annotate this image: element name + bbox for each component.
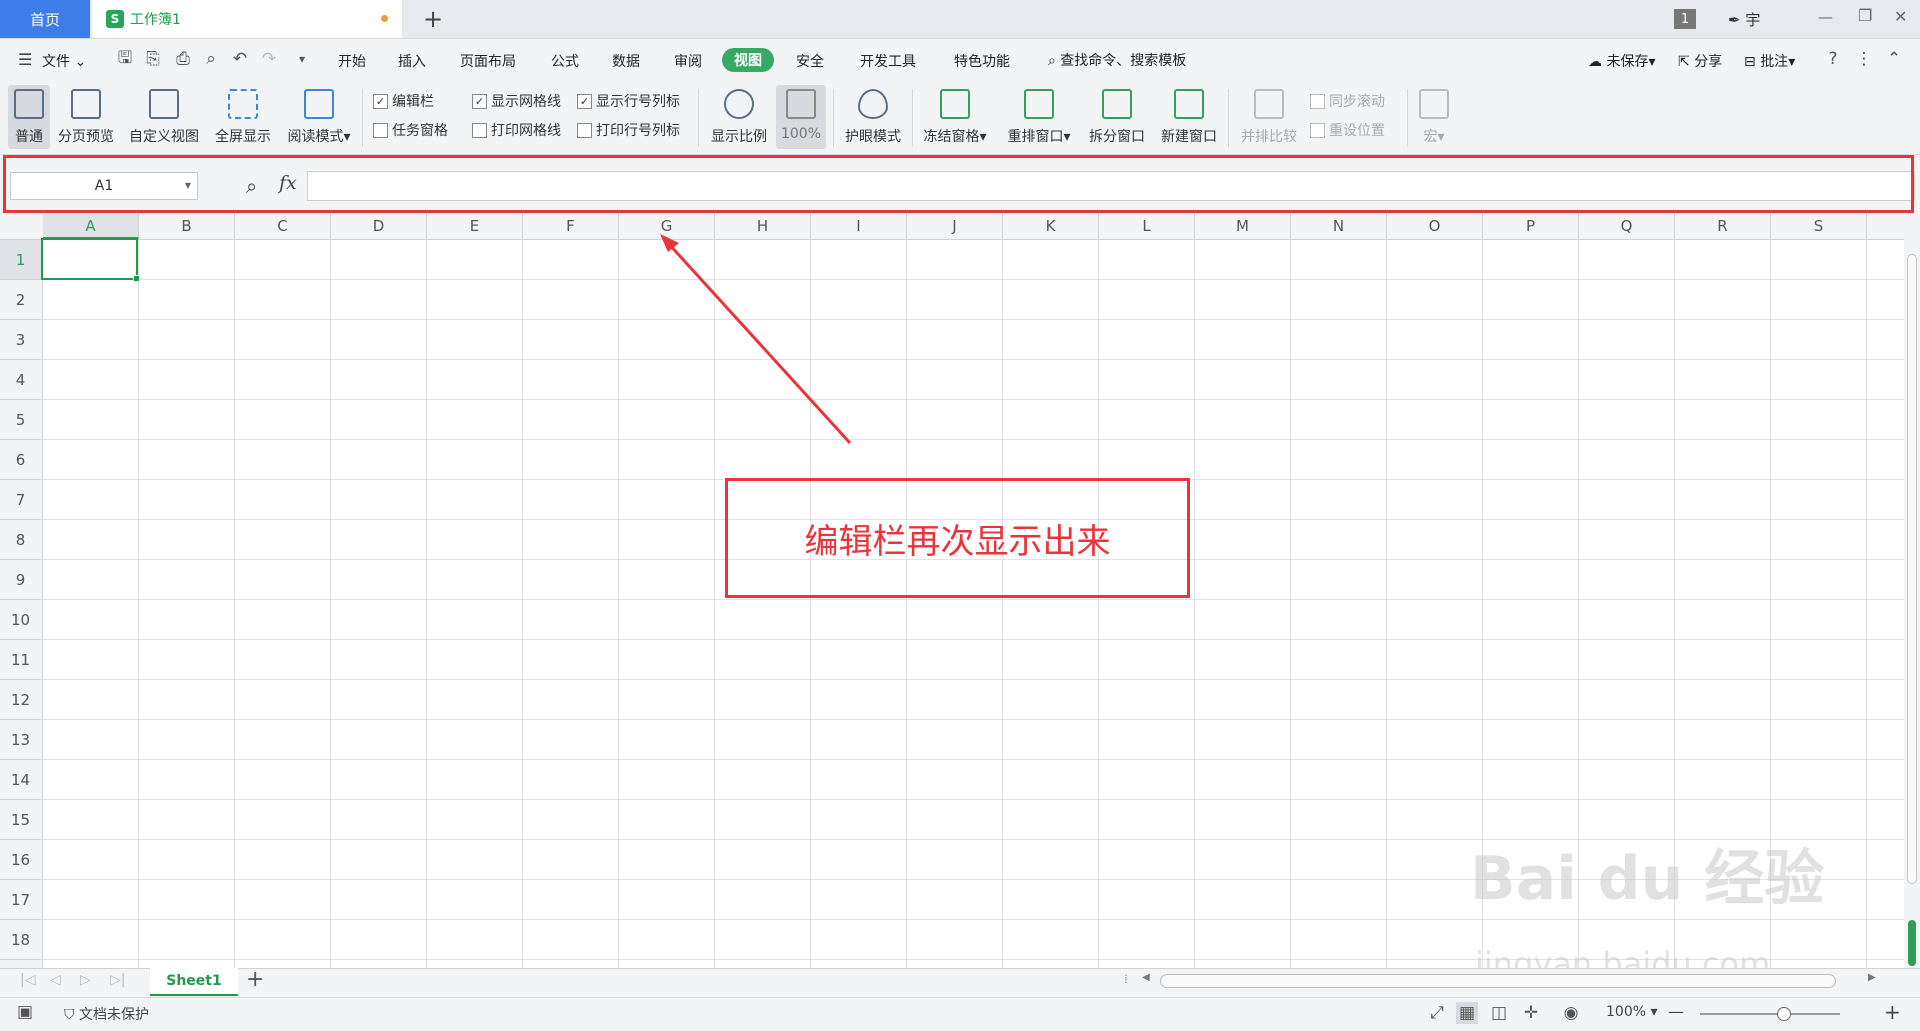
horizontal-scrollbar[interactable] (1160, 974, 1836, 988)
add-sheet-button[interactable]: + (246, 967, 264, 992)
shield-icon: ⛉ (64, 1007, 75, 1023)
normal-view-status-icon[interactable]: ▦ (1456, 1002, 1478, 1024)
scroll-right-icon[interactable]: ▶ (1868, 972, 1876, 983)
annotation-box: 编辑栏再次显示出来 (725, 478, 1190, 598)
protection-status[interactable]: ⛉ 文档未保护 (64, 1004, 149, 1024)
eye-mode-status-icon[interactable]: ◉ (1560, 1002, 1582, 1024)
fullscreen-icon[interactable]: ⤢ (1426, 1002, 1448, 1024)
next-sheet-icon[interactable]: ▷ (80, 972, 91, 988)
reading-mode-status-icon[interactable]: ✛ (1520, 1002, 1542, 1024)
page-break-status-icon[interactable]: ◫ (1488, 1002, 1510, 1024)
zoom-in-button[interactable]: + (1884, 1000, 1901, 1024)
zoom-level[interactable]: 100% ▾ (1606, 1004, 1658, 1020)
first-sheet-icon[interactable]: |◁ (20, 972, 35, 988)
scroll-splitter-icon[interactable]: ⁞ (1124, 972, 1128, 986)
prev-sheet-icon[interactable]: ◁ (50, 972, 61, 988)
sheet-tab-sheet1[interactable]: Sheet1 (150, 968, 238, 996)
baidu-watermark: Bai du 经验 (1470, 844, 1825, 914)
status-doc-icon[interactable]: ▣ (14, 1001, 36, 1023)
last-sheet-icon[interactable]: ▷| (110, 972, 125, 988)
scroll-left-icon[interactable]: ◀ (1142, 972, 1150, 983)
zoom-slider-track[interactable] (1700, 1013, 1840, 1015)
zoom-slider-thumb[interactable] (1777, 1007, 1791, 1021)
zoom-out-button[interactable]: — (1668, 1002, 1684, 1021)
